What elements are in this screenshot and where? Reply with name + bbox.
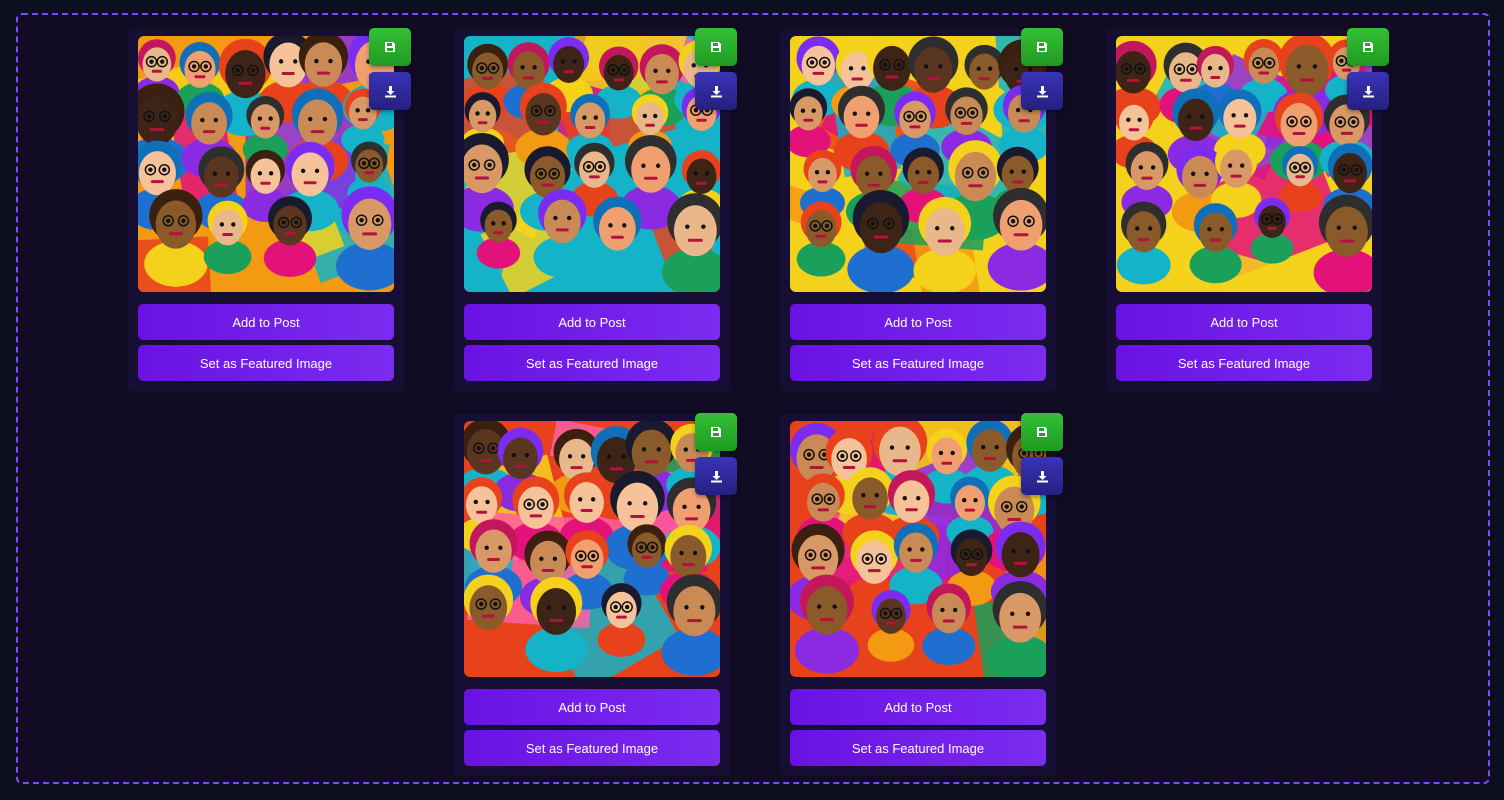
set-featured-image-button[interactable]: Set as Featured Image: [138, 345, 394, 381]
generated-image[interactable]: [790, 421, 1046, 677]
save-image-button[interactable]: [369, 28, 411, 66]
save-image-button[interactable]: [695, 28, 737, 66]
save-image-button[interactable]: [1021, 28, 1063, 66]
set-featured-image-button[interactable]: Set as Featured Image: [464, 345, 720, 381]
image-card: Add to Post Set as Featured Image: [454, 413, 737, 776]
crowd-illustration: [1116, 36, 1372, 292]
set-featured-image-button[interactable]: Set as Featured Image: [1116, 345, 1372, 381]
image-card: Add to Post Set as Featured Image: [780, 28, 1063, 391]
download-icon: [1036, 85, 1048, 97]
save-image-button[interactable]: [1021, 413, 1063, 451]
crowd-illustration: [464, 421, 720, 677]
download-image-button[interactable]: [1021, 457, 1063, 495]
crowd-illustration: [138, 36, 394, 292]
save-image-button[interactable]: [1347, 28, 1389, 66]
crowd-illustration: [790, 36, 1046, 292]
floppy-disk-icon: [711, 42, 721, 52]
download-icon: [1036, 470, 1048, 482]
image-gallery: Add to Post Set as Featured Image Add to…: [16, 13, 1490, 784]
crowd-illustration: [464, 36, 720, 292]
download-icon: [384, 85, 396, 97]
generated-image[interactable]: [1116, 36, 1372, 292]
generated-image[interactable]: [464, 421, 720, 677]
add-to-post-button[interactable]: Add to Post: [1116, 304, 1372, 340]
download-icon: [1362, 85, 1374, 97]
floppy-disk-icon: [1363, 42, 1373, 52]
set-featured-image-button[interactable]: Set as Featured Image: [790, 345, 1046, 381]
add-to-post-button[interactable]: Add to Post: [464, 689, 720, 725]
download-image-button[interactable]: [1021, 72, 1063, 110]
download-icon: [710, 470, 722, 482]
floppy-disk-icon: [711, 427, 721, 437]
download-image-button[interactable]: [369, 72, 411, 110]
download-image-button[interactable]: [695, 457, 737, 495]
download-image-button[interactable]: [695, 72, 737, 110]
set-featured-image-button[interactable]: Set as Featured Image: [464, 730, 720, 766]
add-to-post-button[interactable]: Add to Post: [790, 304, 1046, 340]
image-card: Add to Post Set as Featured Image: [1106, 28, 1389, 391]
floppy-disk-icon: [1037, 427, 1047, 437]
image-card: Add to Post Set as Featured Image: [128, 28, 411, 391]
add-to-post-button[interactable]: Add to Post: [790, 689, 1046, 725]
add-to-post-button[interactable]: Add to Post: [138, 304, 394, 340]
set-featured-image-button[interactable]: Set as Featured Image: [790, 730, 1046, 766]
generated-image[interactable]: [138, 36, 394, 292]
add-to-post-button[interactable]: Add to Post: [464, 304, 720, 340]
image-card: Add to Post Set as Featured Image: [780, 413, 1063, 776]
floppy-disk-icon: [1037, 42, 1047, 52]
download-image-button[interactable]: [1347, 72, 1389, 110]
crowd-illustration: [790, 421, 1046, 677]
download-icon: [710, 85, 722, 97]
image-card: Add to Post Set as Featured Image: [454, 28, 737, 391]
floppy-disk-icon: [385, 42, 395, 52]
generated-image[interactable]: [790, 36, 1046, 292]
save-image-button[interactable]: [695, 413, 737, 451]
generated-image[interactable]: [464, 36, 720, 292]
